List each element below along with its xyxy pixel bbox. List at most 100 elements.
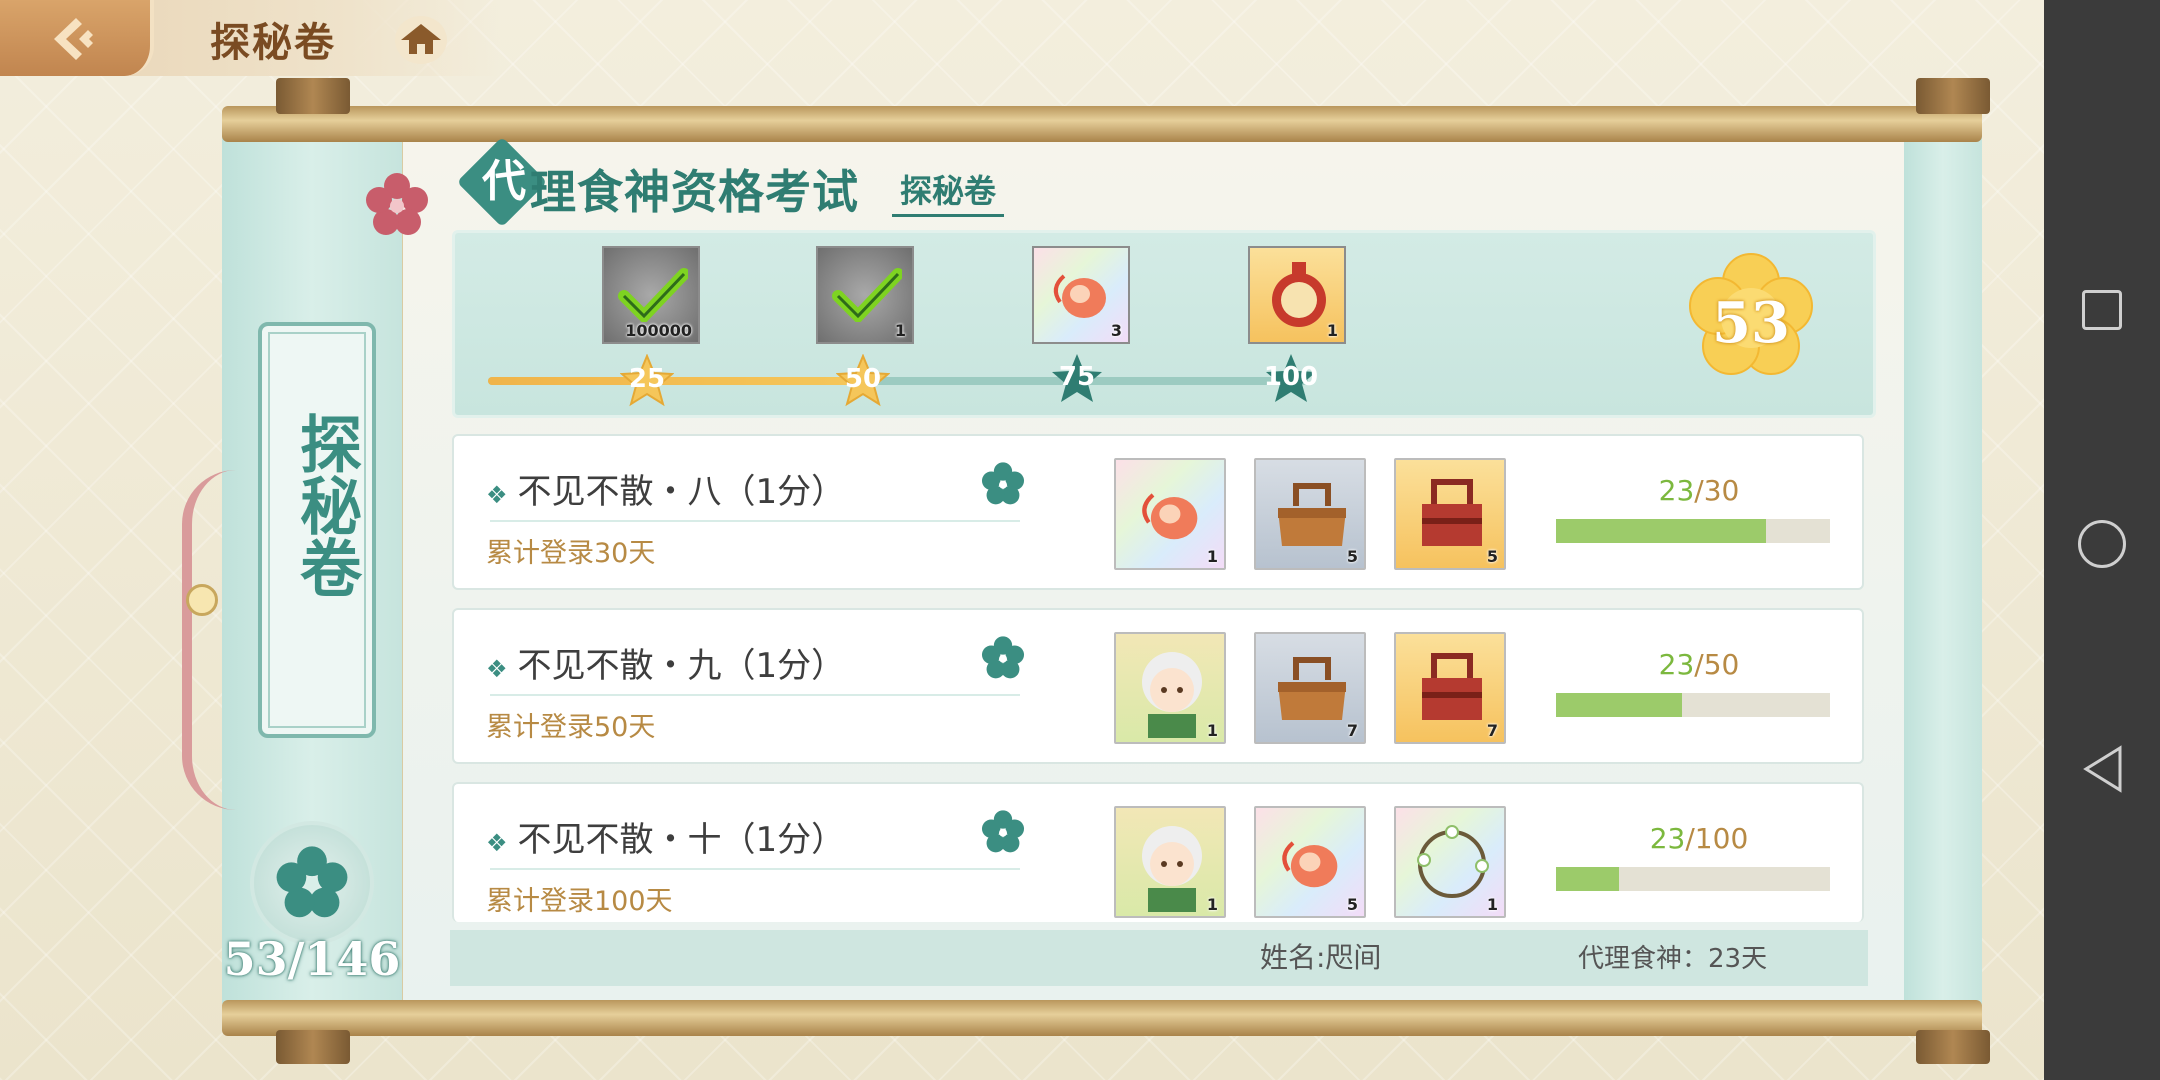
- reward-item[interactable]: 5: [1254, 458, 1366, 570]
- total-progress: 53/146: [223, 932, 401, 986]
- quest-progress-text: 23/30: [1556, 474, 1842, 507]
- rainbow-spirit-icon: [1282, 841, 1338, 888]
- ribbon-knob: [186, 584, 218, 616]
- score-value: 53: [1712, 290, 1790, 356]
- reward-item[interactable]: 5: [1254, 806, 1366, 918]
- reward-item[interactable]: 1: [1114, 632, 1226, 744]
- reward-count: 3: [1110, 321, 1122, 340]
- right-tab-panel: [1904, 132, 1982, 1004]
- quest-progress-fill: [1556, 519, 1767, 543]
- item-count: 5: [1486, 547, 1498, 566]
- quest-desc: 累计登录50天: [486, 712, 656, 743]
- quest-title-text: 不见不散・十（1分）: [517, 820, 846, 860]
- rainbow-spirit-icon: [1142, 493, 1198, 540]
- character-portrait-icon: [1142, 652, 1202, 738]
- item-count: 7: [1346, 721, 1358, 740]
- quest-progress-fill: [1556, 693, 1683, 717]
- quest-title-text: 不见不散・九（1分）: [517, 646, 846, 686]
- agent-days: 代理食神：23天: [1578, 944, 1768, 974]
- reward-count: 1: [1326, 321, 1338, 340]
- character-portrait-icon: [1142, 826, 1202, 912]
- scroll-rod-bottom: [222, 1000, 1982, 1036]
- wooden-food-box-icon: [1278, 483, 1346, 546]
- item-count: 1: [1206, 895, 1218, 914]
- milestone-reward-4[interactable]: 1: [1248, 246, 1346, 344]
- diamond-bullet-icon: ❖: [486, 481, 508, 509]
- reward-item[interactable]: 1: [1114, 458, 1226, 570]
- reward-item[interactable]: 7: [1254, 632, 1366, 744]
- milestone-label: 50: [844, 364, 882, 394]
- milestone-label: 75: [1058, 362, 1096, 392]
- vertical-tab-title[interactable]: 探秘卷: [270, 412, 364, 598]
- back-arrow-icon: [54, 18, 93, 60]
- item-count: 1: [1206, 721, 1218, 740]
- reward-item[interactable]: 1: [1394, 806, 1506, 918]
- quest-title: ❖ 不见不散・九（1分）: [486, 638, 845, 687]
- pavilion-icon[interactable]: [395, 16, 447, 64]
- quest-progress-bar: [1556, 519, 1830, 543]
- progress-current: 23: [1658, 474, 1695, 507]
- item-count: 7: [1486, 721, 1498, 740]
- divider: [490, 868, 1020, 870]
- quest-desc: 累计登录100天: [486, 886, 673, 917]
- progress-current: 23: [1658, 648, 1695, 681]
- rainbow-spirit-icon: [1053, 274, 1106, 318]
- item-count: 5: [1346, 547, 1358, 566]
- milestone-reward-1[interactable]: 100000: [602, 246, 700, 344]
- home-icon[interactable]: [2078, 520, 2126, 568]
- back-nav-icon[interactable]: [2080, 744, 2124, 794]
- header-title: 探秘卷: [210, 19, 336, 66]
- milestone-label: 100: [1263, 362, 1319, 392]
- item-count: 1: [1206, 547, 1218, 566]
- quest-desc: 累计登录30天: [486, 538, 656, 569]
- quest-progress-text: 23/100: [1556, 822, 1842, 855]
- diamond-bullet-icon: ❖: [486, 655, 508, 683]
- milestone-reward-3[interactable]: 3: [1032, 246, 1130, 344]
- progress-current: 23: [1649, 822, 1686, 855]
- red-food-box-icon: [1422, 653, 1482, 720]
- divider: [490, 694, 1020, 696]
- rod-knob: [1916, 1030, 1990, 1064]
- reward-count: 1: [894, 321, 906, 340]
- reward-item[interactable]: 5: [1394, 458, 1506, 570]
- quest-progress-fill: [1556, 867, 1620, 891]
- red-flower-icon: [366, 173, 428, 235]
- plum-blossom-icon: [276, 846, 348, 918]
- quest-progress-bar: [1556, 693, 1830, 717]
- subtitle-tag: 探秘卷: [892, 166, 1005, 217]
- rod-knob: [276, 1030, 350, 1064]
- quest-title: ❖ 不见不散・八（1分）: [486, 464, 845, 513]
- quest-title: ❖ 不见不散・十（1分）: [486, 812, 845, 861]
- milestone-reward-2[interactable]: 1: [816, 246, 914, 344]
- check-token-icon: [618, 268, 688, 322]
- reward-item[interactable]: 7: [1394, 632, 1506, 744]
- plum-blossom-icon: [981, 636, 1025, 679]
- seal-medal-icon: [1272, 262, 1326, 327]
- reward-item[interactable]: 1: [1114, 806, 1226, 918]
- item-count: 5: [1346, 895, 1358, 914]
- quest-title-text: 不见不散・八（1分）: [517, 472, 846, 512]
- quest-progress-bar: [1556, 867, 1830, 891]
- reward-count: 100000: [625, 321, 692, 340]
- title-first-char: 代: [482, 156, 526, 207]
- ribbon-decoration: [182, 470, 236, 810]
- page-title: 理食神资格考试: [530, 165, 859, 219]
- rod-knob: [1916, 78, 1990, 114]
- scroll-rod-top: [222, 106, 1982, 142]
- rod-knob: [276, 78, 350, 114]
- plum-blossom-icon: [981, 810, 1025, 853]
- quest-progress-text: 23/50: [1556, 648, 1842, 681]
- divider: [490, 520, 1020, 522]
- item-count: 1: [1486, 895, 1498, 914]
- progress-total: /50: [1694, 648, 1740, 681]
- progress-total: /30: [1694, 474, 1740, 507]
- diamond-bullet-icon: ❖: [486, 829, 508, 857]
- milestone-label: 25: [628, 364, 666, 394]
- player-name: 姓名:咫间: [1260, 941, 1382, 974]
- check-token-icon: [832, 268, 902, 322]
- flower-wreath-icon: [1417, 825, 1489, 898]
- red-food-box-icon: [1422, 479, 1482, 546]
- plum-blossom-icon: [981, 462, 1025, 505]
- recent-apps-icon[interactable]: [2082, 290, 2122, 330]
- wooden-food-box-icon: [1278, 657, 1346, 720]
